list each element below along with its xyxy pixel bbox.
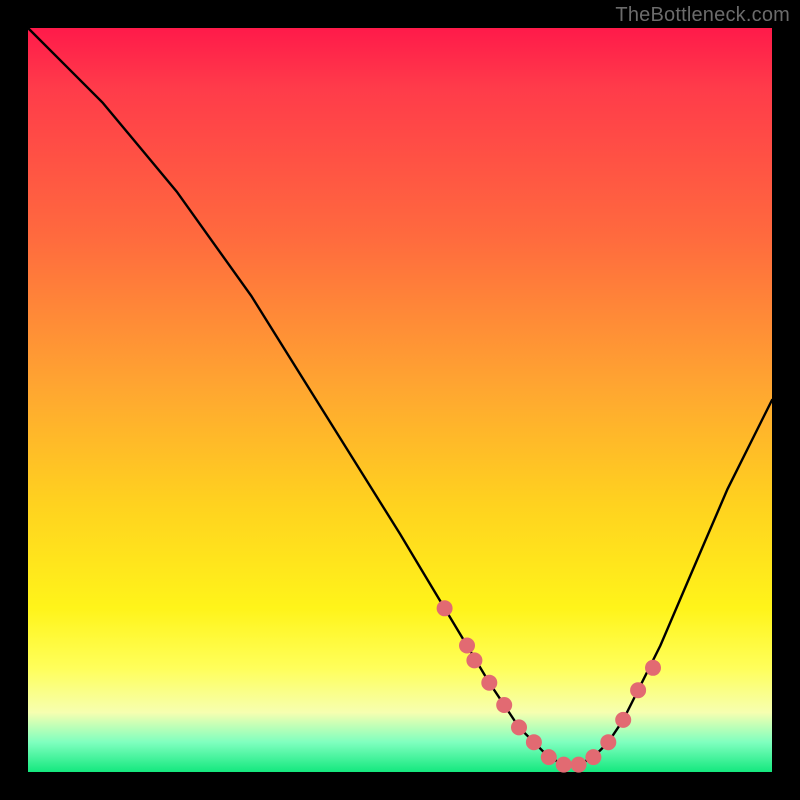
chart-svg <box>28 28 772 772</box>
highlight-dot <box>615 712 631 728</box>
highlight-dot <box>600 734 616 750</box>
highlight-dot <box>526 734 542 750</box>
highlight-dot <box>466 652 482 668</box>
highlight-dot <box>630 682 646 698</box>
highlight-dot <box>571 757 587 773</box>
attribution-text: TheBottleneck.com <box>615 4 790 27</box>
chart-outer-frame: TheBottleneck.com <box>0 0 800 800</box>
highlight-dot <box>585 749 601 765</box>
highlight-dot <box>556 757 572 773</box>
highlight-dot <box>511 719 527 735</box>
highlight-dot <box>496 697 512 713</box>
highlight-dot <box>645 660 661 676</box>
highlight-dot <box>541 749 557 765</box>
bottleneck-curve <box>28 28 772 765</box>
highlight-dot <box>481 675 497 691</box>
chart-plot-area <box>28 28 772 772</box>
highlight-dot <box>437 600 453 616</box>
flat-zone-dots <box>437 600 661 772</box>
highlight-dot <box>459 638 475 654</box>
